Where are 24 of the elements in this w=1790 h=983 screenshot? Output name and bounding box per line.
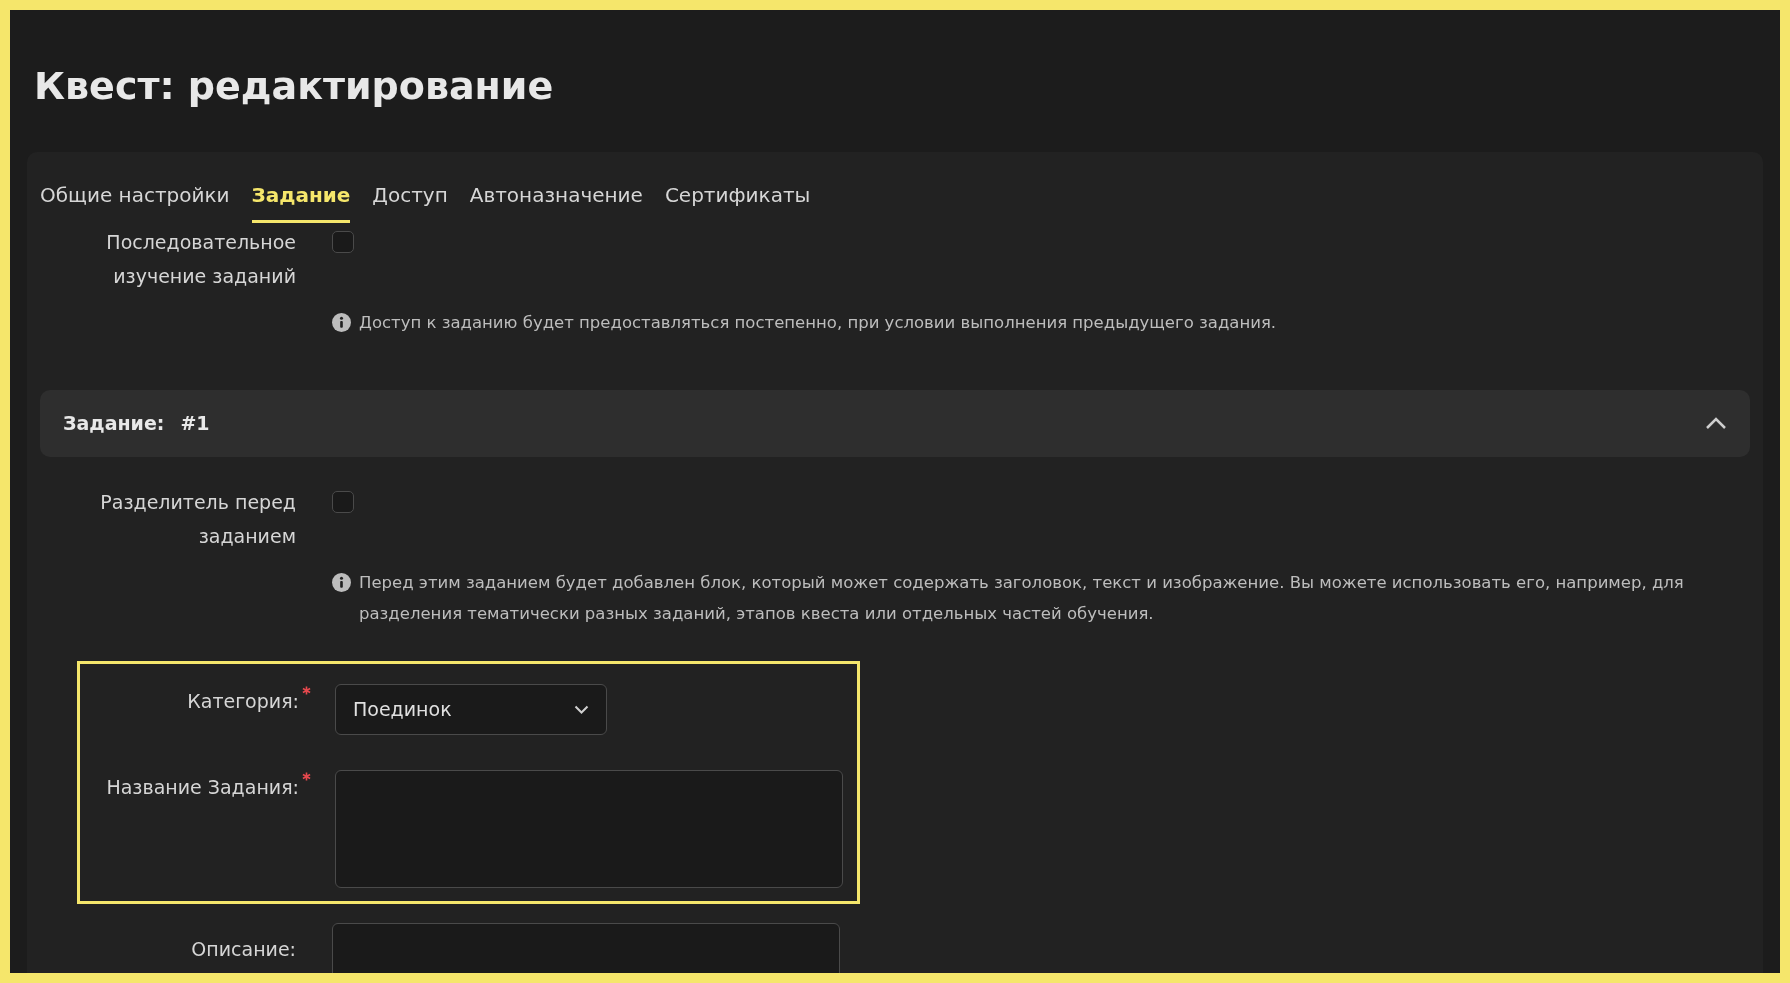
task-name-field[interactable] xyxy=(335,770,843,888)
page-title: Квест: редактирование xyxy=(33,63,555,110)
info-icon xyxy=(332,573,351,592)
tab[interactable]: Задание xyxy=(251,180,351,223)
tab[interactable]: Общие настройки xyxy=(40,180,230,223)
hint-text: Доступ к заданию будет предоставляться постепенно, при условии выполнения предыдущего задания. xyxy=(359,312,1277,334)
category-select[interactable]: Поединок xyxy=(335,684,607,735)
hint-text: Перед этим заданием будет добавлен блок, который может содержать заголовок, текст и изображение. Вы можете использовать его, например, для разделения тематически разных заданий, этапов квеста или отдельных частей обучения. xyxy=(359,572,1685,625)
checkbox[interactable] xyxy=(332,231,354,253)
chevron-up-icon xyxy=(1705,417,1727,430)
chevron-down-icon xyxy=(574,705,589,714)
tab[interactable]: Автоназначение xyxy=(469,180,643,223)
checkbox[interactable] xyxy=(332,491,354,513)
task-number: #1 xyxy=(180,411,210,437)
field-label: Название Задания: xyxy=(106,776,299,798)
tab[interactable]: Сертификаты xyxy=(664,180,811,223)
info-icon xyxy=(332,313,351,332)
task-title: Задание: xyxy=(63,411,165,437)
field-label: Разделитель перед заданием xyxy=(100,491,296,547)
tab[interactable]: Доступ xyxy=(372,180,448,223)
field-label: Последовательное изучение заданий xyxy=(106,231,296,287)
field-label: Категория: xyxy=(187,690,299,712)
accordion-header[interactable]: Задание: #1 xyxy=(40,390,1750,457)
field-label: Описание: xyxy=(191,938,296,960)
